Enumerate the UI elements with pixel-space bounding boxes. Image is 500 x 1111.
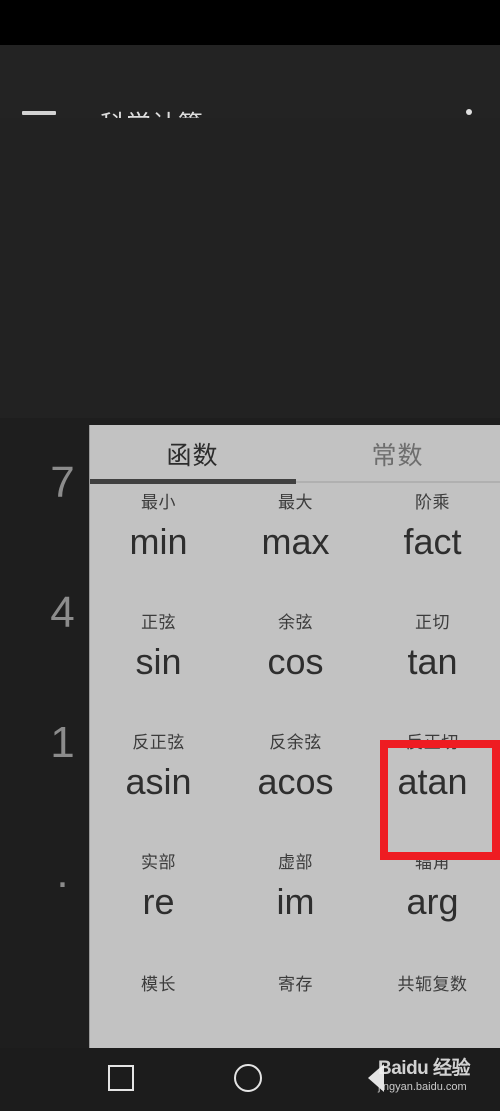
function-label: 反正弦 — [132, 733, 185, 752]
function-cell-asin[interactable]: 反正弦 asin — [90, 724, 227, 844]
function-label: 最小 — [141, 493, 176, 512]
function-cell-max[interactable]: 最大 max — [227, 484, 364, 604]
function-cell-store[interactable]: 寄存 — [227, 964, 364, 1030]
function-row: 反正弦 asin 反余弦 acos 反正切 atan — [90, 724, 500, 844]
android-nav-bar — [0, 1048, 500, 1111]
function-label: 辐角 — [415, 853, 450, 872]
function-name: max — [261, 521, 330, 562]
function-label: 反余弦 — [269, 733, 322, 752]
function-label: 余弦 — [278, 613, 313, 632]
tab-constants[interactable]: 常数 — [295, 425, 500, 483]
circle-icon[interactable] — [234, 1064, 262, 1092]
function-name: atan — [397, 761, 468, 802]
function-label: 虚部 — [278, 853, 313, 872]
calculator-display[interactable] — [0, 118, 500, 418]
function-name: fact — [403, 521, 462, 562]
function-name: re — [142, 881, 175, 922]
function-row: 正弦 sin 余弦 cos 正切 tan — [90, 604, 500, 724]
function-cell-sin[interactable]: 正弦 sin — [90, 604, 227, 724]
function-label: 反正切 — [406, 733, 459, 752]
function-name: asin — [125, 761, 192, 802]
function-label: 正切 — [415, 613, 450, 632]
hamburger-bar-1 — [22, 111, 56, 115]
function-cell-arg[interactable]: 辐角 arg — [364, 844, 500, 964]
app-bar: 科学计算 — [0, 45, 500, 141]
function-name: tan — [407, 641, 458, 682]
function-name: sin — [135, 641, 182, 682]
function-cell-min[interactable]: 最小 min — [90, 484, 227, 604]
function-label: 模长 — [141, 975, 176, 994]
phone-screen: 科学计算 7 4 1 . — [0, 0, 500, 1111]
function-cell-cos[interactable]: 余弦 cos — [227, 604, 364, 724]
function-cell-conjugate[interactable]: 共轭复数 — [364, 964, 500, 1030]
function-label: 阶乘 — [415, 493, 450, 512]
function-label: 正弦 — [141, 613, 176, 632]
function-row: 实部 re 虚部 im 辐角 arg — [90, 844, 500, 964]
function-name: arg — [406, 881, 459, 922]
panel-tab-bar: 函数 常数 — [90, 425, 500, 484]
function-cell-acos[interactable]: 反余弦 acos — [227, 724, 364, 844]
function-name: im — [276, 881, 315, 922]
function-label: 最大 — [278, 493, 313, 512]
function-cell-tan[interactable]: 正切 tan — [364, 604, 500, 724]
function-cell-re[interactable]: 实部 re — [90, 844, 227, 964]
function-name: cos — [267, 641, 324, 682]
function-cell-fact[interactable]: 阶乘 fact — [364, 484, 500, 604]
function-row: 最小 min 最大 max 阶乘 fact — [90, 484, 500, 604]
function-label: 寄存 — [278, 975, 313, 994]
function-row: 模长 寄存 共轭复数 — [90, 964, 500, 1030]
function-label: 共轭复数 — [397, 975, 468, 994]
function-cell-atan[interactable]: 反正切 atan — [364, 724, 500, 844]
function-label: 实部 — [141, 853, 176, 872]
triangle-back-icon[interactable] — [368, 1064, 384, 1092]
function-cell-im[interactable]: 虚部 im — [227, 844, 364, 964]
function-name: acos — [257, 761, 334, 802]
function-cell-modulus[interactable]: 模长 — [90, 964, 227, 1030]
overflow-dot-1 — [466, 109, 472, 115]
function-panel: 函数 常数 最小 min 最大 max 阶乘 fact 正弦 sin 余弦 co… — [89, 425, 500, 1048]
square-icon[interactable] — [108, 1065, 134, 1091]
tab-functions[interactable]: 函数 — [90, 425, 295, 483]
status-bar — [0, 0, 500, 45]
function-name: min — [129, 521, 188, 562]
function-grid: 最小 min 最大 max 阶乘 fact 正弦 sin 余弦 cos 正切 t… — [90, 484, 500, 1030]
